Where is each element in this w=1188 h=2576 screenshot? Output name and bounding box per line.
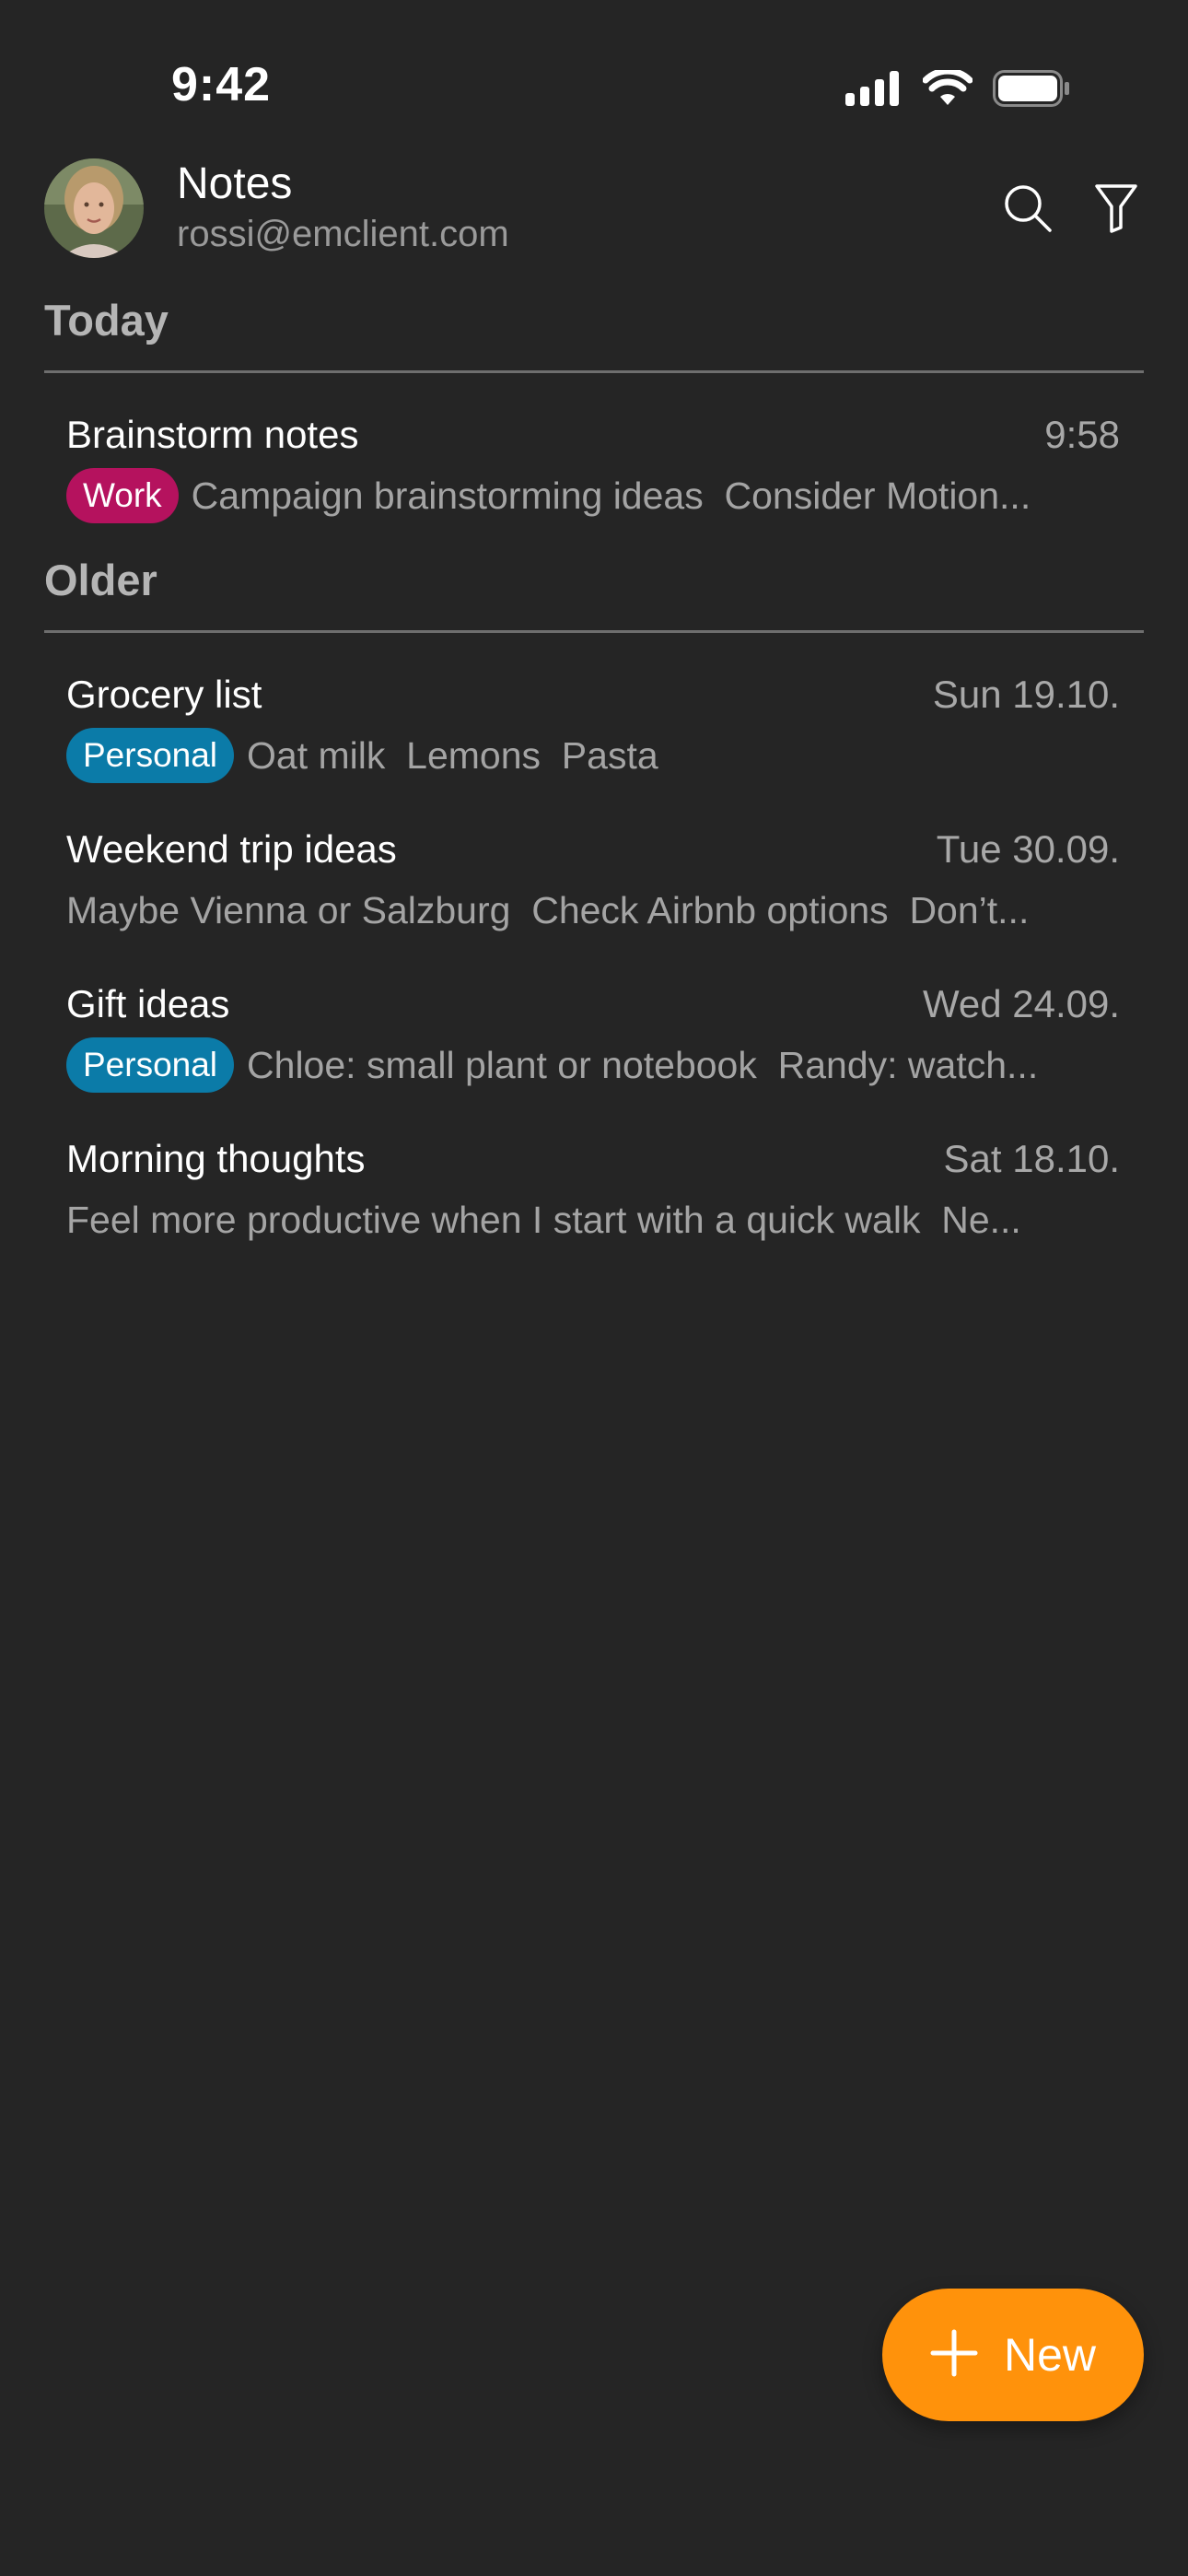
note-title: Brainstorm notes	[66, 413, 359, 456]
avatar[interactable]	[44, 158, 144, 258]
note-title: Weekend trip ideas	[66, 827, 397, 871]
note-item[interactable]: Weekend trip ideas Tue 30.09. Maybe Vien…	[66, 827, 1120, 966]
note-preview-line: Work Campaign brainstorming ideas Consid…	[66, 466, 1120, 525]
note-date: Wed 24.09.	[922, 982, 1120, 1025]
note-item[interactable]: Grocery list Sun 19.10. Personal Oat mil…	[66, 673, 1120, 811]
note-item[interactable]: Brainstorm notes 9:58 Work Campaign brai…	[66, 413, 1120, 551]
note-preview: Campaign brainstorming ideas Consider Mo…	[191, 474, 1031, 517]
page-title: Notes	[177, 159, 293, 208]
tag-personal: Personal	[66, 1037, 235, 1093]
note-preview: Maybe Vienna or Salzburg Check Airbnb op…	[66, 888, 1030, 931]
note-preview: Chloe: small plant or notebook Randy: wa…	[247, 1043, 1039, 1086]
search-icon	[1003, 183, 1053, 238]
section-today: Today	[44, 296, 169, 345]
status-bar: 9:42	[0, 0, 1188, 166]
note-preview-line: Personal Oat milk Lemons Pasta	[66, 726, 1120, 785]
note-date: 9:58	[1044, 413, 1120, 456]
note-preview-line: Feel more productive when I start with a…	[66, 1190, 1120, 1249]
battery-icon	[993, 70, 1070, 111]
note-title: Gift ideas	[66, 982, 230, 1025]
status-icons	[845, 67, 1070, 111]
note-title: Morning thoughts	[66, 1137, 366, 1180]
divider	[44, 630, 1144, 633]
tag-personal: Personal	[66, 728, 235, 783]
wifi-icon	[922, 67, 973, 111]
note-date: Sat 18.10.	[943, 1137, 1120, 1180]
new-button-label: New	[1003, 2329, 1097, 2381]
note-item[interactable]: Morning thoughts Sat 18.10. Feel more pr…	[66, 1137, 1120, 1275]
note-date: Tue 30.09.	[936, 827, 1120, 871]
plus-icon	[930, 2329, 978, 2382]
app-header: Notes rossi@emclient.com	[0, 155, 1188, 265]
tag-work: Work	[66, 468, 179, 523]
account-email: rossi@emclient.com	[177, 214, 509, 254]
filter-icon	[1094, 183, 1138, 238]
note-preview: Oat milk Lemons Pasta	[247, 733, 658, 777]
filter-button[interactable]	[1089, 182, 1144, 238]
note-preview-line: Personal Chloe: small plant or notebook …	[66, 1036, 1120, 1095]
note-item[interactable]: Gift ideas Wed 24.09. Personal Chloe: sm…	[66, 982, 1120, 1120]
search-button[interactable]	[1000, 182, 1055, 238]
note-date: Sun 19.10.	[932, 673, 1120, 716]
cellular-signal-icon	[845, 71, 903, 111]
status-time: 9:42	[171, 58, 272, 111]
note-preview: Feel more productive when I start with a…	[66, 1198, 1021, 1241]
note-title: Grocery list	[66, 673, 262, 716]
note-preview-line: Maybe Vienna or Salzburg Check Airbnb op…	[66, 881, 1120, 940]
section-older: Older	[44, 556, 157, 604]
new-note-button[interactable]: New	[882, 2289, 1144, 2421]
divider	[44, 370, 1144, 373]
